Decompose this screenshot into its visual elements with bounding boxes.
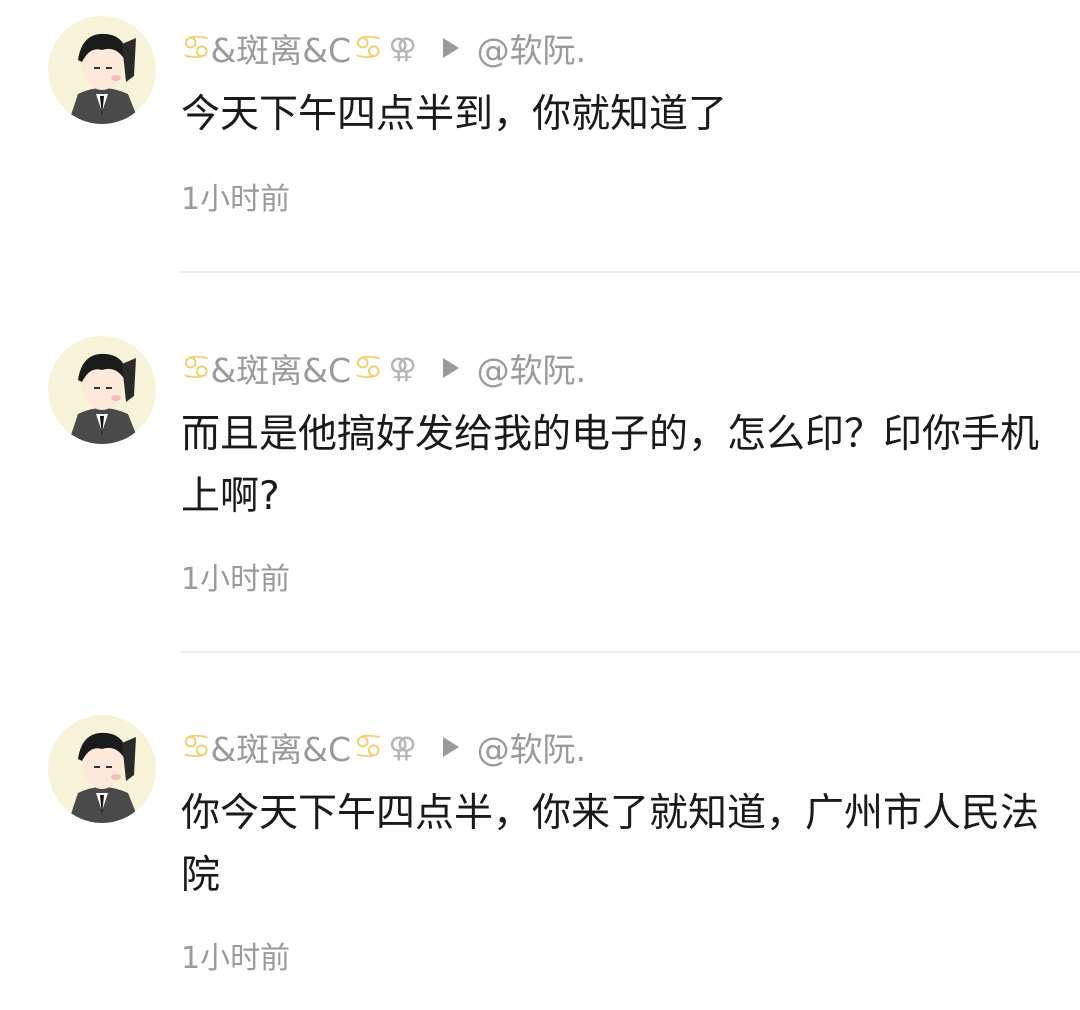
- comment-header: ♋ &斑离&C ♋ ⚢ @软阮.: [181, 725, 586, 769]
- divider: [180, 651, 1080, 653]
- zodiac-cancer-icon: ♋: [353, 348, 384, 388]
- gender-icon: ⚢: [388, 351, 417, 385]
- comment-text[interactable]: 今天下午四点半到，你就知道了: [181, 84, 1041, 146]
- zodiac-cancer-icon: ♋: [353, 727, 384, 767]
- reply-arrow-icon: [442, 38, 459, 58]
- zodiac-cancer-icon: ♋: [181, 28, 212, 68]
- reply-to-user[interactable]: @软阮.: [477, 24, 587, 72]
- zodiac-cancer-icon: ♋: [181, 348, 212, 388]
- comment-time: 1小时前: [181, 562, 291, 597]
- author-name[interactable]: &斑离&C: [210, 344, 351, 392]
- reply-arrow-icon: [442, 737, 459, 757]
- avatar-icon[interactable]: [48, 16, 156, 124]
- zodiac-cancer-icon: ♋: [181, 727, 212, 767]
- reply-arrow-icon: [442, 358, 459, 378]
- comment-header: ♋ &斑离&C ♋ ⚢ @软阮.: [181, 26, 586, 70]
- gender-icon: ⚢: [388, 31, 417, 65]
- comment-time: 1小时前: [181, 941, 291, 976]
- zodiac-cancer-icon: ♋: [353, 28, 384, 68]
- gender-icon: ⚢: [388, 730, 417, 764]
- comment-text[interactable]: 你今天下午四点半，你来了就知道，广州市人民法院: [181, 783, 1041, 907]
- reply-to-user[interactable]: @软阮.: [477, 344, 587, 392]
- reply-to-user[interactable]: @软阮.: [477, 723, 587, 771]
- author-name[interactable]: &斑离&C: [210, 723, 351, 771]
- author-name[interactable]: &斑离&C: [210, 24, 351, 72]
- divider: [180, 271, 1080, 273]
- comment-text[interactable]: 而且是他搞好发给我的电子的，怎么印？印你手机上啊?: [181, 404, 1041, 528]
- avatar-icon[interactable]: [48, 336, 156, 444]
- comment-time: 1小时前: [181, 182, 291, 217]
- avatar-icon[interactable]: [48, 715, 156, 823]
- comment-header: ♋ &斑离&C ♋ ⚢ @软阮.: [181, 346, 586, 390]
